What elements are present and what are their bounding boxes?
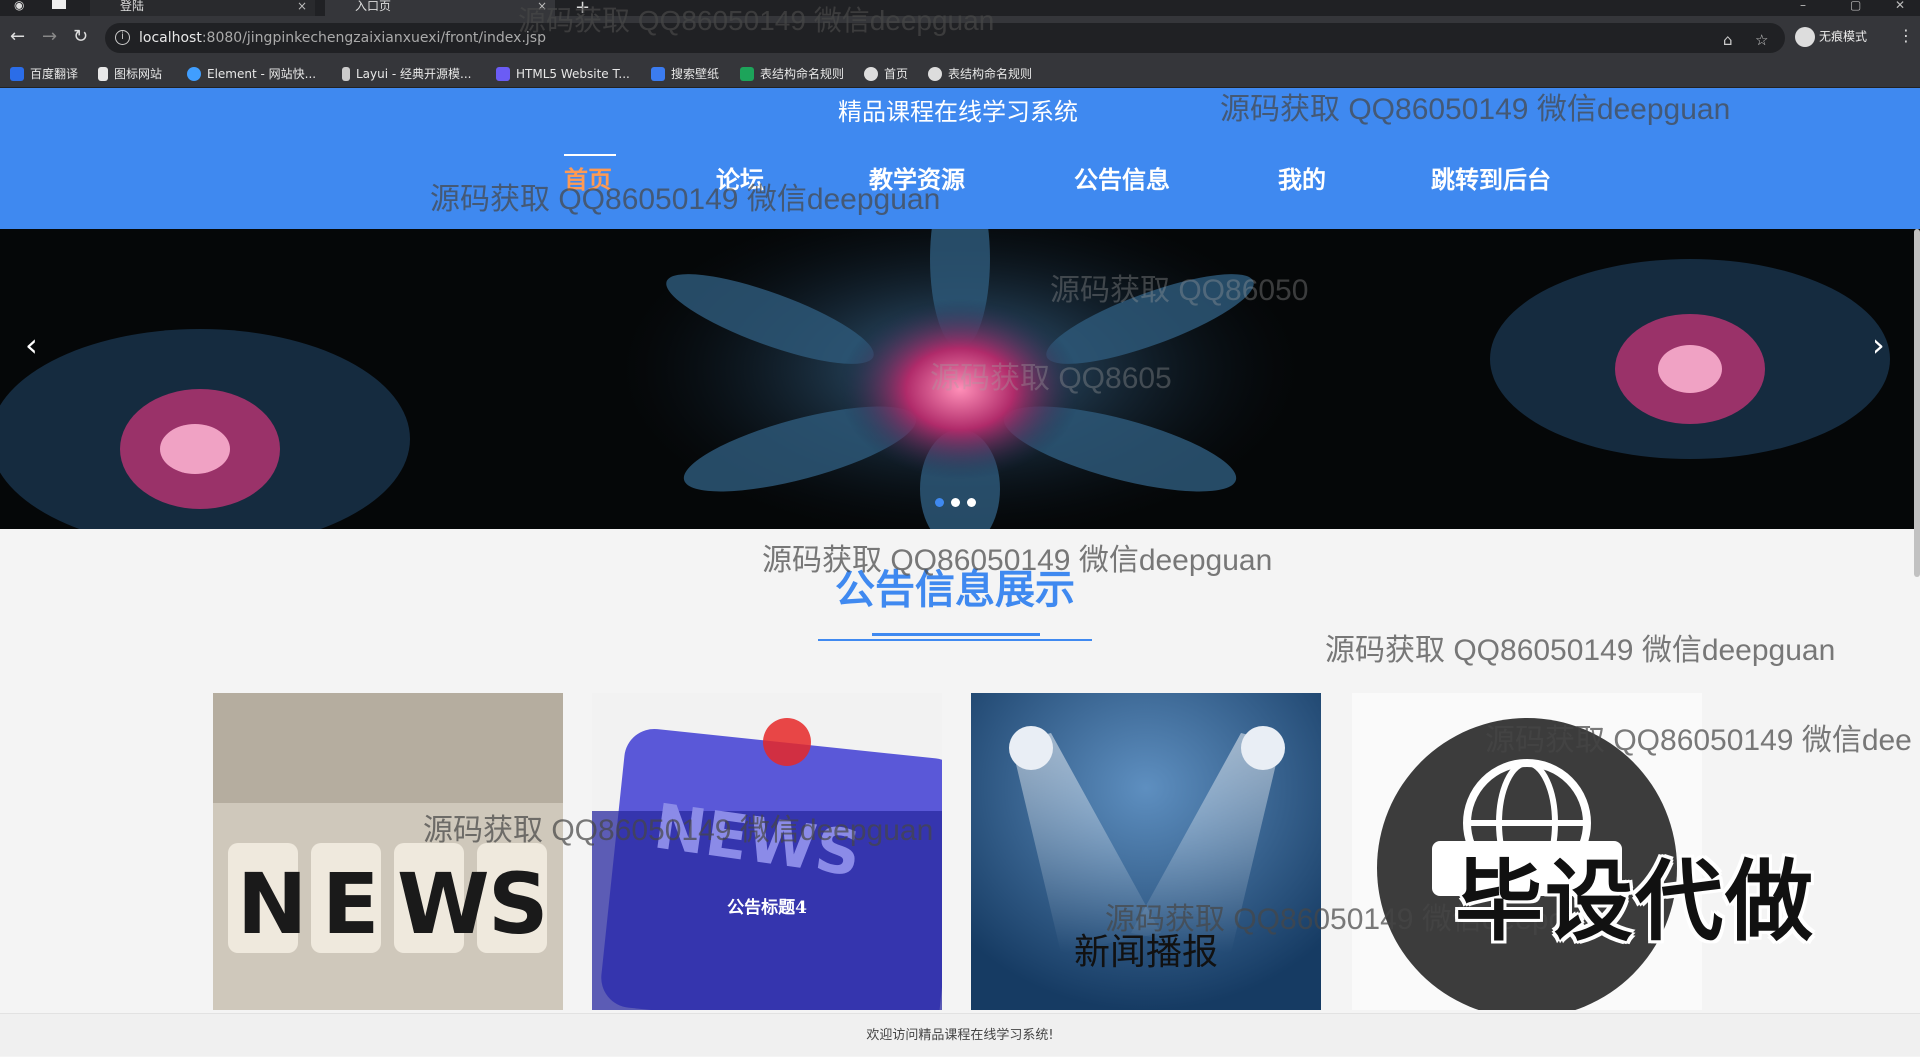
bookmark-item[interactable]: HTML5 Website T... — [496, 66, 630, 82]
page-scrollbar[interactable] — [1914, 229, 1920, 577]
browser-menu-icon[interactable]: ⋮ — [1898, 26, 1914, 45]
watermark: 源码获取 QQ86050149 微信deepguan — [423, 814, 934, 847]
bookmark-item[interactable]: Element - 网站快... — [187, 66, 316, 82]
svg-text:N: N — [237, 855, 307, 953]
tab-login-label: 登陆 — [120, 0, 145, 13]
svg-text:W: W — [397, 855, 490, 953]
bookmark-label: HTML5 Website T... — [516, 67, 630, 81]
bookmark-item[interactable]: 搜索壁纸 — [651, 66, 719, 82]
bookmark-item[interactable]: 表结构命名规则 — [740, 66, 844, 82]
forward-icon[interactable]: → — [42, 28, 57, 46]
promo-stamp: 毕设代做 — [1455, 850, 1816, 953]
url-text: localhost:8080/jingpinkechengzaixianxuex… — [139, 30, 546, 46]
nav-admin-backend[interactable]: 跳转到后台 — [1431, 164, 1551, 196]
bookmark-item[interactable]: 首页 — [864, 66, 908, 82]
svg-text:E: E — [322, 855, 379, 953]
jellyfish-left-image — [0, 329, 410, 529]
carousel-dot[interactable] — [935, 498, 944, 507]
site-footer: 欢迎访问精品课程在线学习系统! — [0, 1013, 1920, 1056]
nav-active-indicator — [564, 154, 616, 156]
url-host: localhost — [139, 30, 202, 46]
footer-text: 欢迎访问精品课程在线学习系统! — [866, 1028, 1054, 1043]
site-title-text: 精品课程在线学习系统 — [838, 98, 1078, 126]
bookmark-label: Element - 网站快... — [207, 67, 317, 81]
bookmarks-bar: 百度翻译 图标网站 Element - 网站快... Layui - 经典开源模… — [0, 60, 1920, 88]
bookmark-label: 百度翻译 — [30, 67, 79, 81]
window-icon[interactable] — [52, 0, 66, 9]
chrome-logo-icon[interactable]: ◉ — [14, 0, 24, 12]
translate-icon[interactable]: ⌂ — [1723, 31, 1733, 49]
tab-close-icon[interactable]: × — [297, 0, 307, 12]
nav-mine[interactable]: 我的 — [1278, 164, 1326, 196]
watermark: 源码获取 QQ86050149 微信deepguan — [762, 544, 1273, 577]
announcement-card[interactable]: NEWS — [213, 693, 563, 1010]
carousel-dot[interactable] — [967, 498, 976, 507]
incognito-profile-button[interactable]: 无痕模式 — [1795, 27, 1867, 47]
url-path: :8080/jingpinkechengzaixianxuexi/front/i… — [201, 30, 546, 46]
incognito-icon — [1795, 27, 1815, 47]
jellyfish-right-image — [1490, 259, 1890, 459]
bookmark-item[interactable]: Layui - 经典开源模... — [342, 66, 471, 82]
tab-login[interactable]: 登陆 × — [90, 0, 315, 16]
card-caption: 公告标题4 — [727, 898, 807, 918]
bookmark-star-icon[interactable]: ☆ — [1755, 31, 1768, 49]
carousel-prev-icon[interactable]: ‹ — [25, 329, 38, 361]
baidu-translate-icon — [10, 67, 24, 81]
site-info-icon[interactable]: i — [115, 30, 130, 45]
bookmark-label: 表结构命名规则 — [948, 67, 1033, 81]
minimize-icon[interactable]: – — [1800, 0, 1806, 12]
flag-icon — [98, 67, 108, 81]
carousel-next-icon[interactable]: › — [1872, 329, 1885, 361]
bookmark-label: 搜索壁纸 — [671, 67, 720, 81]
globe-icon — [928, 67, 942, 81]
close-window-icon[interactable]: ✕ — [1895, 0, 1905, 12]
sheet-icon — [740, 67, 754, 81]
html5-icon — [496, 67, 510, 81]
svg-text:S: S — [488, 855, 549, 953]
back-icon[interactable]: ← — [10, 28, 25, 46]
wallpaper-icon — [651, 67, 665, 81]
watermark: 源码获取 QQ86050149 微信deepguan — [1220, 93, 1731, 126]
bookmark-item[interactable]: 图标网站 — [98, 66, 162, 82]
profile-label: 无痕模式 — [1819, 29, 1868, 44]
watermark: 源码获取 QQ86050149 微信dee — [1485, 724, 1912, 757]
carousel-dot[interactable] — [951, 498, 960, 507]
watermark: 源码获取 QQ8605 — [930, 362, 1172, 395]
watermark: 源码获取 QQ86050149 微信deepguan — [430, 183, 941, 216]
bookmark-label: 首页 — [884, 67, 909, 81]
maximize-icon[interactable]: ▢ — [1850, 0, 1861, 12]
bookmark-label: 表结构命名规则 — [760, 67, 845, 81]
title-underline-outer — [818, 639, 1092, 641]
news-dice-image: N E WS — [213, 693, 563, 1010]
nav-announcements[interactable]: 公告信息 — [1074, 164, 1170, 196]
layui-icon — [342, 67, 350, 81]
bookmark-item[interactable]: 表结构命名规则 — [928, 66, 1032, 82]
bookmark-item[interactable]: 百度翻译 — [10, 66, 78, 82]
announcement-card[interactable]: 新闻播报 — [971, 693, 1321, 1010]
globe-icon — [864, 67, 878, 81]
element-icon — [187, 67, 201, 81]
reload-icon[interactable]: ↻ — [73, 28, 88, 46]
watermark: 源码获取 QQ86050149 微信deepguan — [518, 5, 995, 36]
bookmark-label: 图标网站 — [114, 67, 163, 81]
watermark: 源码获取 QQ86050 — [1050, 274, 1309, 307]
bookmark-label: Layui - 经典开源模... — [356, 67, 472, 81]
watermark: 源码获取 QQ86050149 微信deepguan — [1325, 634, 1836, 667]
title-underline-inner — [872, 633, 1040, 636]
tab-entry-label: 入口页 — [355, 0, 392, 13]
cursor-highlight — [763, 718, 811, 766]
